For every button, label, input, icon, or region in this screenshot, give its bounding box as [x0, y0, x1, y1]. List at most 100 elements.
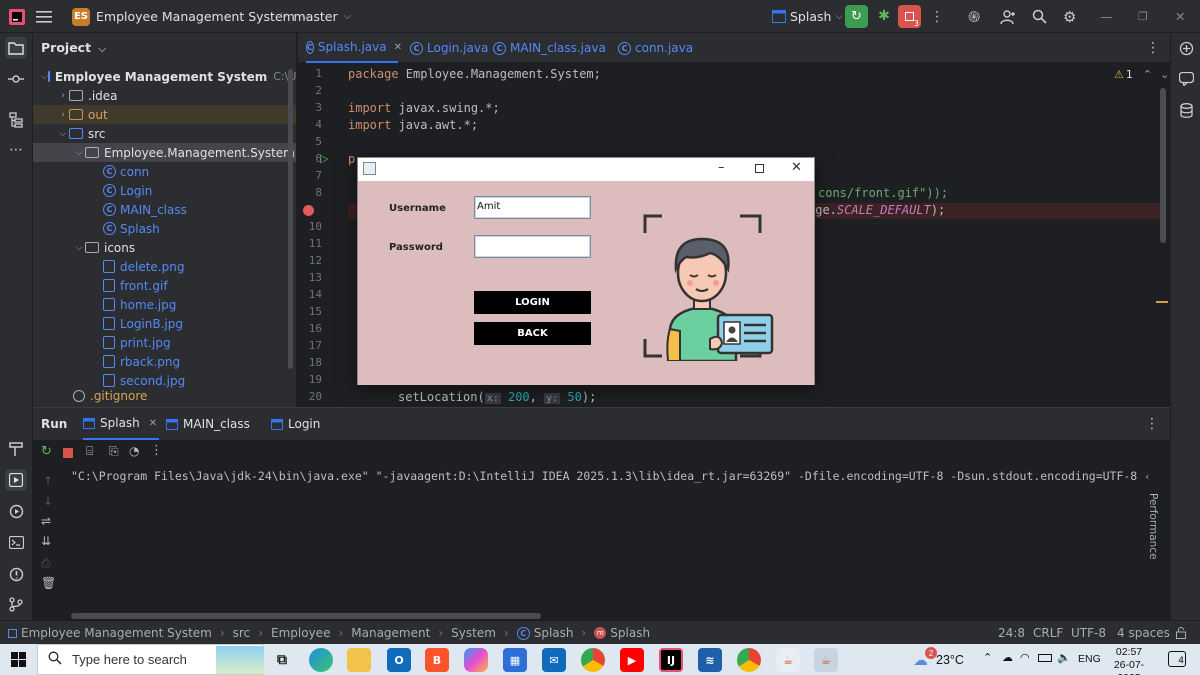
run-tool-icon[interactable]	[5, 469, 27, 491]
chrome-profile-icon[interactable]	[737, 648, 761, 672]
rerun-icon[interactable]: ↻	[41, 444, 52, 459]
expand-arrow-icon[interactable]: ⌵	[73, 243, 85, 253]
project-selector[interactable]: ES Employee Management System ⌵	[72, 0, 308, 33]
tree-item-conn[interactable]: C conn	[33, 162, 296, 181]
expand-arrow-icon[interactable]: ⌵	[73, 148, 85, 158]
tree-item-splash[interactable]: C Splash	[33, 219, 296, 238]
brave-icon[interactable]: B	[425, 648, 449, 672]
breadcrumb-item[interactable]: Management	[351, 626, 430, 640]
branch-selector[interactable]: ⑂ master ⌵	[280, 0, 351, 33]
tree-item-idea[interactable]: › .idea	[33, 86, 296, 105]
stop-icon[interactable]	[63, 448, 73, 458]
arrow-down-icon[interactable]: ↓	[43, 494, 53, 508]
breadcrumb-item[interactable]: Employee Management System	[21, 626, 212, 640]
database-icon[interactable]	[1175, 99, 1197, 121]
java-app-taskbar-icon[interactable]: ☕	[814, 648, 838, 672]
tree-item-file[interactable]: rback.png	[33, 352, 296, 371]
file-explorer-icon[interactable]	[347, 648, 371, 672]
clock[interactable]: 02:57 26-07-2025	[1105, 646, 1153, 675]
commit-tool-icon[interactable]	[5, 68, 27, 90]
chevron-left-icon[interactable]: ‹	[1145, 470, 1149, 483]
code-line[interactable]: cons/front.gif"));	[818, 186, 948, 200]
performance-side-tab[interactable]: Performance	[1137, 493, 1167, 583]
indent-setting[interactable]: 4 spaces	[1117, 621, 1170, 645]
store-icon[interactable]: ▦	[503, 648, 527, 672]
profiler-icon[interactable]: ◔	[129, 444, 139, 458]
tree-root[interactable]: ⌵ Employee Management System C:\Users\a	[33, 67, 296, 86]
debug-button[interactable]: ✱	[874, 6, 894, 26]
project-tool-icon[interactable]	[5, 37, 27, 59]
run-tab-splash[interactable]: Splash ✕	[83, 408, 159, 440]
onedrive-icon[interactable]: ☁	[1002, 651, 1013, 664]
taskbar-search-box[interactable]: Type here to search	[37, 644, 264, 675]
weather-widget[interactable]: ☁ 2 23°C	[913, 647, 964, 669]
caret-position[interactable]: 24:8	[998, 621, 1025, 645]
console-h-scrollbar[interactable]	[71, 613, 541, 619]
close-icon[interactable]: ✕	[791, 160, 802, 175]
arrow-up-icon[interactable]: ↑	[43, 474, 53, 488]
search-icon[interactable]	[1032, 0, 1047, 33]
gear-icon[interactable]: ⚙	[1063, 0, 1076, 33]
password-field[interactable]	[474, 235, 591, 258]
breadcrumb-item[interactable]: src	[233, 626, 251, 640]
restore-icon[interactable]: ❐	[1138, 0, 1148, 33]
trash-icon[interactable]: 🗑	[41, 576, 56, 590]
tree-item-file[interactable]: delete.png	[33, 257, 296, 276]
close-icon[interactable]: ✕	[149, 418, 157, 429]
notification-center-icon[interactable]: 4	[1168, 651, 1186, 667]
back-button[interactable]: BACK	[474, 322, 591, 345]
youtube-icon[interactable]: ▶	[620, 648, 644, 672]
run-tab-login[interactable]: Login	[271, 408, 320, 440]
breadcrumb-item[interactable]: Employee	[271, 626, 330, 640]
more-icon[interactable]: ⋮	[150, 443, 163, 458]
stop-button[interactable]: 3	[898, 5, 921, 28]
more-tools-icon[interactable]: ⋯	[5, 139, 27, 161]
file-encoding[interactable]: UTF-8	[1071, 621, 1106, 645]
collapse-arrow-icon[interactable]: ›	[57, 110, 69, 120]
collapse-arrow-icon[interactable]: ›	[57, 91, 69, 101]
close-icon[interactable]: ✕	[394, 42, 402, 53]
add-user-icon[interactable]	[1000, 0, 1016, 33]
build-tool-icon[interactable]	[5, 438, 27, 460]
breadcrumb-item[interactable]: Splash	[534, 626, 574, 640]
tree-item-file[interactable]: home.jpg	[33, 295, 296, 314]
tree-item-package[interactable]: ⌵ Employee.Management.System	[33, 143, 296, 162]
tab-conn[interactable]: C conn.java	[618, 33, 693, 63]
tab-splash[interactable]: C Splash.java ✕	[306, 33, 402, 63]
tree-item-file[interactable]: print.jpg	[33, 333, 296, 352]
task-view-icon[interactable]: ⧉	[270, 648, 294, 672]
dump-threads-icon[interactable]: ⎘	[109, 444, 119, 459]
run-options-icon[interactable]: ⋮	[1145, 408, 1159, 440]
camera-icon[interactable]: ⌸	[86, 444, 93, 459]
minimize-icon[interactable]: —	[1100, 0, 1113, 33]
tree-item-file[interactable]: LoginB.jpg	[33, 314, 296, 333]
notifications-icon[interactable]	[1175, 37, 1197, 59]
battery-icon[interactable]	[1038, 654, 1052, 662]
wifi-icon[interactable]: ◠	[1020, 651, 1030, 664]
more-actions-icon[interactable]: ⋮	[930, 0, 944, 33]
chevron-down-icon[interactable]: ⌄	[1160, 68, 1169, 81]
breadcrumb-item[interactable]: Splash	[610, 626, 650, 640]
expand-arrow-icon[interactable]: ⌵	[41, 72, 48, 82]
tree-item-out[interactable]: › out	[33, 105, 296, 124]
close-icon[interactable]: ✕	[1175, 0, 1185, 33]
project-scrollbar[interactable]	[288, 69, 293, 369]
code-line[interactable]: import javax.swing.*;	[348, 101, 500, 115]
main-menu-icon[interactable]	[36, 0, 52, 33]
tree-item-login[interactable]: C Login	[33, 181, 296, 200]
tab-login[interactable]: C Login.java	[410, 33, 488, 63]
run-tab-main-class[interactable]: MAIN_class	[166, 408, 250, 440]
tab-options-icon[interactable]: ⋮	[1146, 33, 1160, 63]
tree-item-file[interactable]: front.gif	[33, 276, 296, 295]
expand-arrow-icon[interactable]: ⌵	[57, 129, 69, 139]
outlook-icon[interactable]: O	[387, 648, 411, 672]
print-icon[interactable]: ⎙	[41, 556, 51, 571]
lock-icon[interactable]	[1176, 621, 1186, 645]
username-field[interactable]: Amit	[474, 196, 591, 219]
chevron-up-icon[interactable]: ⌃	[1143, 68, 1152, 81]
editor-scrollbar[interactable]	[1160, 88, 1166, 243]
ai-assistant-icon[interactable]: ֍	[968, 0, 980, 33]
code-line[interactable]: age.SCALE_DEFAULT);	[808, 203, 945, 217]
code-line[interactable]: package Employee.Management.System;	[348, 67, 601, 81]
intellij-taskbar-icon[interactable]: IJ	[659, 648, 683, 672]
